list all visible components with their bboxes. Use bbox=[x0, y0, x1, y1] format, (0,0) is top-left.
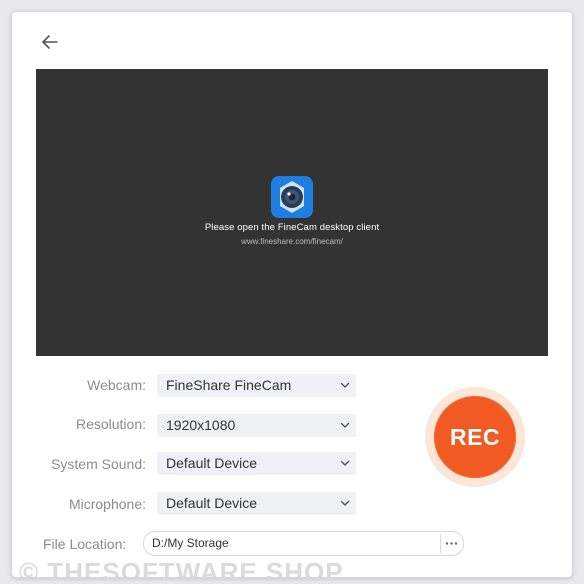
system-sound-label: System Sound: bbox=[51, 456, 146, 472]
chevron-down-icon bbox=[340, 460, 350, 466]
system-sound-dropdown[interactable]: Default Device bbox=[157, 452, 356, 475]
webcam-label: Webcam: bbox=[87, 377, 146, 393]
microphone-dropdown[interactable]: Default Device bbox=[157, 492, 356, 515]
record-button-core: REC bbox=[434, 396, 516, 478]
preview-message: Please open the FineCam desktop client bbox=[204, 222, 380, 233]
browse-folder-button[interactable] bbox=[441, 532, 463, 555]
system-sound-value: Default Device bbox=[166, 455, 258, 471]
resolution-label: Resolution: bbox=[75, 416, 146, 432]
finecam-logo-icon bbox=[271, 176, 313, 218]
file-location-label: File Location: bbox=[43, 536, 127, 552]
file-location-field[interactable]: D:/My Storage bbox=[143, 531, 464, 556]
file-location-value: D:/My Storage bbox=[152, 536, 229, 550]
chevron-down-icon bbox=[340, 500, 350, 506]
record-button-label: REC bbox=[449, 424, 501, 450]
watermark: © THESOFTWARE.SHOP bbox=[19, 557, 344, 578]
app-window: Please open the FineCam desktop client w… bbox=[11, 11, 573, 578]
more-dots-icon bbox=[445, 542, 458, 545]
back-button[interactable] bbox=[38, 30, 62, 54]
camera-preview: Please open the FineCam desktop client w… bbox=[36, 69, 548, 356]
preview-url: www.fineshare.com/finecam/ bbox=[241, 237, 343, 246]
chevron-down-icon bbox=[340, 422, 350, 428]
record-button[interactable]: REC bbox=[425, 387, 525, 487]
microphone-value: Default Device bbox=[166, 495, 258, 511]
webcam-value: FineShare FineCam bbox=[166, 377, 292, 393]
microphone-label: Microphone: bbox=[68, 496, 146, 512]
arrow-left-icon bbox=[42, 35, 58, 49]
chevron-down-icon bbox=[340, 382, 350, 388]
resolution-dropdown[interactable]: 1920x1080 bbox=[157, 414, 356, 437]
webcam-dropdown[interactable]: FineShare FineCam bbox=[157, 374, 356, 397]
resolution-value: 1920x1080 bbox=[166, 417, 236, 433]
